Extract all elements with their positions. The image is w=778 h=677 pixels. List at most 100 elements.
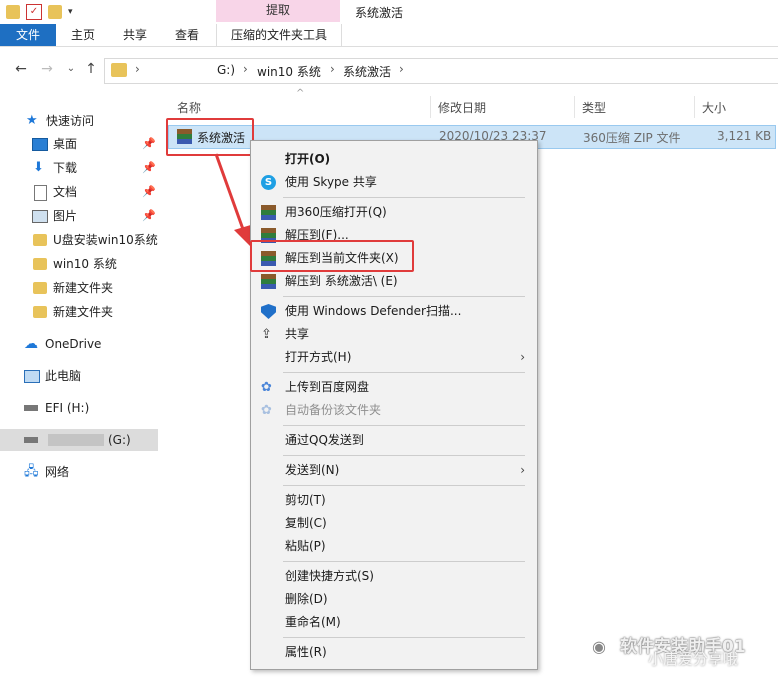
menu-skype-share[interactable]: S 使用 Skype 共享 xyxy=(251,171,537,193)
nav-item-desktop[interactable]: 桌面 📌 xyxy=(0,133,158,155)
address-bar-row: ← → ⌄ ↑ › G:) › win10 系统 › 系统激活 › xyxy=(0,54,778,86)
folder-icon[interactable] xyxy=(6,5,20,19)
tab-share[interactable]: 共享 xyxy=(116,24,154,46)
column-date[interactable]: 修改日期 xyxy=(438,99,486,116)
nav-g-drive[interactable]: (G:) xyxy=(0,429,158,451)
column-type[interactable]: 类型 xyxy=(582,99,606,116)
watermark-line2: 小唐爱分享哦 xyxy=(648,650,739,668)
folder-icon xyxy=(33,282,47,294)
menu-open-with[interactable]: 打开方式(H) › xyxy=(251,346,537,368)
nav-item-new-folder-2[interactable]: 新建文件夹 xyxy=(0,301,158,323)
breadcrumb-chevron-icon[interactable]: › xyxy=(243,62,248,76)
breadcrumb-chevron-icon[interactable]: › xyxy=(399,62,404,76)
context-menu: 打开(O) S 使用 Skype 共享 用360压缩打开(Q) 解压到(F)...… xyxy=(250,140,538,670)
back-arrow-icon[interactable]: ← xyxy=(12,60,30,78)
blurred-drive-label xyxy=(48,434,104,446)
pin-icon: 📌 xyxy=(142,209,156,222)
nav-item-usb-install[interactable]: U盘安装win10系统 xyxy=(0,229,158,251)
nav-item-pictures[interactable]: 图片 📌 xyxy=(0,205,158,227)
menu-send-to[interactable]: 发送到(N) › xyxy=(251,459,537,481)
column-divider[interactable] xyxy=(574,96,575,118)
menu-defender-scan[interactable]: 使用 Windows Defender扫描... xyxy=(251,300,537,322)
tab-file[interactable]: 文件 xyxy=(0,24,56,46)
menu-copy[interactable]: 复制(C) xyxy=(251,512,537,534)
menu-paste[interactable]: 粘贴(P) xyxy=(251,535,537,557)
menu-open-360[interactable]: 用360压缩打开(Q) xyxy=(251,201,537,223)
file-type: 360压缩 ZIP 文件 xyxy=(583,131,681,145)
menu-separator xyxy=(283,485,525,486)
menu-separator xyxy=(283,561,525,562)
menu-baidu-upload[interactable]: ✿ 上传到百度网盘 xyxy=(251,376,537,398)
tab-compressed-folder-tools[interactable]: 压缩的文件夹工具 xyxy=(216,24,342,46)
folder-icon xyxy=(33,234,47,246)
breadcrumb-drive[interactable]: G:) xyxy=(217,63,235,77)
menu-share[interactable]: ⇪ 共享 xyxy=(251,323,537,345)
window-title: 系统激活 xyxy=(355,6,404,20)
skype-icon: S xyxy=(261,175,276,190)
nav-item-new-folder[interactable]: 新建文件夹 xyxy=(0,277,158,299)
menu-separator xyxy=(283,197,525,198)
breadcrumb-current[interactable]: 系统激活 xyxy=(343,63,391,80)
column-name[interactable]: 名称 xyxy=(177,99,201,116)
nav-quick-access[interactable]: ★ 快速访问 xyxy=(0,110,158,132)
quick-access-toolbar: ✓ ▾ xyxy=(6,3,76,21)
ribbon-tabs: 文件 主页 共享 查看 压缩的文件夹工具 xyxy=(0,24,778,47)
menu-cut[interactable]: 剪切(T) xyxy=(251,489,537,511)
new-folder-icon[interactable] xyxy=(48,5,62,19)
menu-separator xyxy=(283,637,525,638)
highlight-box-extract-here xyxy=(250,240,414,272)
download-arrow-icon: ⬇ xyxy=(33,160,44,175)
customize-dropdown-icon[interactable]: ▾ xyxy=(68,5,76,19)
nav-item-downloads[interactable]: ⬇ 下载 📌 xyxy=(0,157,158,179)
cloud-icon: ☁ xyxy=(24,336,38,352)
nav-item-documents[interactable]: 文档 📌 xyxy=(0,181,158,203)
column-size[interactable]: 大小 xyxy=(702,99,726,116)
navigation-pane: ★ 快速访问 桌面 📌 ⬇ 下载 📌 文档 📌 图片 📌 U盘安装win10系统… xyxy=(0,100,158,677)
menu-baidu-backup[interactable]: ✿ 自动备份该文件夹 xyxy=(251,399,537,421)
breadcrumb-chevron-icon[interactable]: › xyxy=(135,62,140,76)
breadcrumb-win10[interactable]: win10 系统 xyxy=(257,63,321,80)
zip-archive-icon xyxy=(261,274,276,289)
drive-icon xyxy=(24,437,38,443)
column-divider[interactable] xyxy=(430,96,431,118)
picture-icon xyxy=(32,210,48,223)
baidu-cloud-icon: ✿ xyxy=(261,403,272,418)
address-input[interactable]: › G:) › win10 系统 › 系统激活 › xyxy=(104,58,778,84)
nav-efi-drive[interactable]: EFI (H:) xyxy=(0,397,158,419)
menu-open[interactable]: 打开(O) xyxy=(251,148,537,170)
properties-check-icon[interactable]: ✓ xyxy=(26,4,42,20)
breadcrumb-chevron-icon[interactable]: › xyxy=(330,62,335,76)
menu-rename[interactable]: 重命名(M) xyxy=(251,611,537,633)
tab-view[interactable]: 查看 xyxy=(168,24,206,46)
nav-this-pc[interactable]: 此电脑 xyxy=(0,365,158,387)
submenu-chevron-icon: › xyxy=(520,463,525,477)
document-icon xyxy=(34,185,47,201)
drive-icon xyxy=(24,405,38,411)
menu-properties[interactable]: 属性(R) xyxy=(251,641,537,663)
pin-icon: 📌 xyxy=(142,137,156,150)
column-header: ^ 名称 修改日期 类型 大小 xyxy=(172,88,778,118)
menu-send-qq[interactable]: 通过QQ发送到 xyxy=(251,429,537,451)
sort-ascending-icon: ^ xyxy=(296,88,305,99)
column-divider[interactable] xyxy=(694,96,695,118)
computer-icon xyxy=(24,370,40,383)
star-icon: ★ xyxy=(26,113,38,128)
menu-separator xyxy=(283,372,525,373)
up-arrow-icon[interactable]: ↑ xyxy=(82,60,100,78)
nav-onedrive[interactable]: ☁ OneDrive xyxy=(0,333,158,355)
menu-extract-named[interactable]: 解压到 系统激活\ (E) xyxy=(251,270,537,292)
desktop-icon xyxy=(32,138,48,151)
nav-item-win10[interactable]: win10 系统 xyxy=(0,253,158,275)
forward-arrow-icon[interactable]: → xyxy=(38,60,56,78)
menu-delete[interactable]: 删除(D) xyxy=(251,588,537,610)
menu-separator xyxy=(283,455,525,456)
wechat-icon: ◉ xyxy=(592,637,606,656)
recent-locations-chevron-icon[interactable]: ⌄ xyxy=(62,60,80,78)
nav-network[interactable]: 🖧 网络 xyxy=(0,461,158,483)
submenu-chevron-icon: › xyxy=(520,350,525,364)
menu-create-shortcut[interactable]: 创建快捷方式(S) xyxy=(251,565,537,587)
menu-separator xyxy=(283,296,525,297)
shield-icon xyxy=(261,304,276,319)
tab-home[interactable]: 主页 xyxy=(64,24,102,46)
file-size: 3,121 KB xyxy=(717,129,772,143)
